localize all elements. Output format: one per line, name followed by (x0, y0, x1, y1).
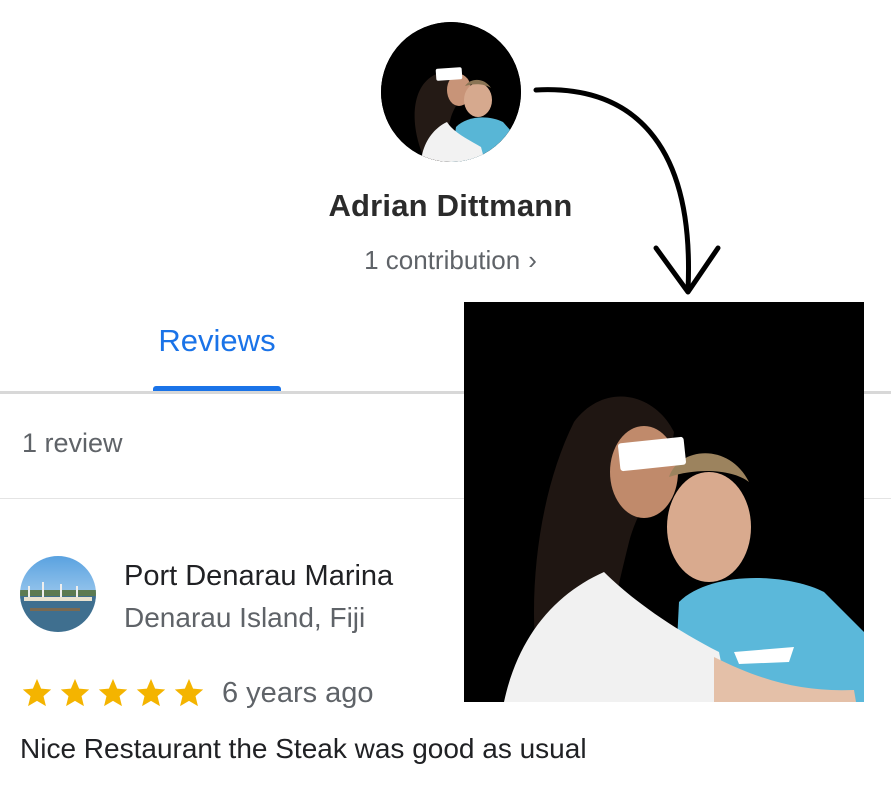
enlarged-photo-image (464, 302, 864, 702)
star-icon (22, 678, 52, 707)
place-name[interactable]: Port Denarau Marina (124, 560, 393, 593)
contributions-link[interactable]: 1 contribution › (0, 245, 891, 276)
avatar-photo (381, 22, 521, 162)
curved-arrow-icon (533, 87, 721, 295)
enlarged-avatar-photo (464, 302, 864, 702)
review-text: Nice Restaurant the Steak was good as us… (20, 733, 587, 764)
contributions-label: 1 contribution (364, 245, 521, 275)
star-icon (98, 678, 128, 707)
place-thumbnail[interactable] (20, 556, 96, 632)
place-location: Denarau Island, Fiji (124, 602, 366, 633)
star-icon (174, 678, 204, 707)
marina-photo (20, 556, 96, 632)
tab-reviews[interactable]: Reviews (153, 322, 281, 392)
star-icon (136, 678, 166, 707)
profile-name: Adrian Dittmann (328, 188, 573, 223)
review-count: 1 review (22, 428, 123, 458)
review-time: 6 years ago (222, 677, 374, 709)
profile-avatar[interactable] (381, 22, 521, 162)
star-icon (60, 678, 90, 707)
star-rating (20, 676, 206, 712)
